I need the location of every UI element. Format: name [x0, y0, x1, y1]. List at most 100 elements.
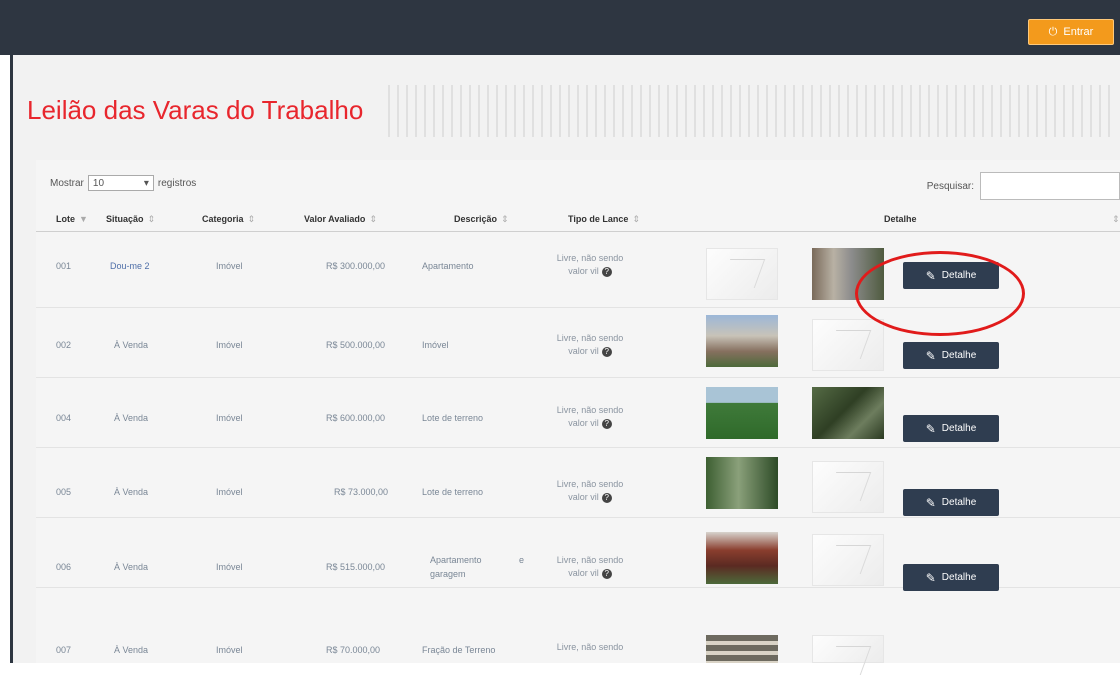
column-header-detalhe[interactable]: Detalhe: [884, 207, 917, 231]
cell-categoria: Imóvel: [216, 413, 243, 423]
cell-descricao: Apartamento: [422, 261, 474, 271]
question-icon[interactable]: ?: [601, 346, 612, 357]
cell-valor: R$ 600.000,00: [326, 413, 386, 423]
question-icon[interactable]: ?: [601, 492, 612, 503]
cell-lote: 005: [56, 487, 72, 497]
page-length-select[interactable]: 10 ▾: [87, 175, 154, 191]
cell-categoria: Imóvel: [216, 645, 243, 655]
table-row: 001 Dou-me 2 Imóvel R$ 300.000,00 Aparta…: [36, 237, 1120, 308]
cell-situacao: À Venda: [114, 562, 149, 572]
map-thumbnail[interactable]: [812, 534, 884, 586]
map-thumbnail[interactable]: [812, 319, 884, 371]
login-button[interactable]: ⏻ Entrar: [1028, 19, 1114, 45]
sort-icon: ⇕: [247, 214, 256, 224]
detalhe-label: Detalhe: [941, 350, 977, 361]
cell-descricao: Lote de terreno: [422, 487, 484, 497]
detalhe-label: Detalhe: [941, 423, 977, 434]
photo-thumbnail[interactable]: [706, 635, 778, 663]
cell-valor: R$ 500.000,00: [326, 340, 386, 350]
column-header-descricao[interactable]: Descrição ⇕: [454, 207, 509, 231]
main-content: Leilão das Varas do Trabalho Mostrar 10 …: [13, 55, 1120, 663]
detalhe-label: Detalhe: [941, 270, 977, 281]
sort-icon: ⇕: [1112, 214, 1120, 224]
photo-thumbnail[interactable]: [706, 387, 778, 439]
cell-lote: 006: [56, 562, 72, 572]
cell-lote: 002: [56, 340, 72, 350]
tipo-line1: Livre, não sendo: [556, 642, 624, 652]
question-icon[interactable]: ?: [601, 266, 612, 277]
cell-tipo-lance: Livre, não sendo: [550, 641, 630, 654]
cell-descricao: Fração de Terreno: [422, 645, 496, 655]
cell-valor: R$ 73.000,00: [334, 487, 389, 497]
column-header-lote[interactable]: Lote ▼: [56, 207, 88, 231]
sort-icon: ⇕: [632, 214, 640, 224]
tipo-line1: Livre, não sendo: [556, 555, 624, 565]
detalhe-button[interactable]: ✎ Detalhe: [903, 342, 999, 369]
detalhe-button[interactable]: ✎ Detalhe: [903, 415, 999, 442]
map-thumbnail[interactable]: [812, 461, 884, 513]
cell-tipo-lance: Livre, não sendo valor vil?: [550, 404, 630, 430]
column-header-categoria[interactable]: Categoria ⇕: [202, 207, 255, 231]
photo-thumbnail[interactable]: [812, 387, 884, 439]
column-header-tipo-lance[interactable]: Tipo de Lance ⇕: [568, 207, 640, 231]
table-header: Lote ▼ Situação ⇕ Categoria ⇕ Valor Avaliad…: [36, 207, 1120, 232]
cell-categoria: Imóvel: [216, 487, 243, 497]
tipo-line2: valor vil: [568, 346, 599, 356]
map-thumbnail[interactable]: [706, 248, 778, 300]
question-icon[interactable]: ?: [601, 418, 612, 429]
cell-tipo-lance: Livre, não sendo valor vil?: [550, 332, 630, 358]
search-input[interactable]: [980, 172, 1120, 200]
sort-icon: ⇕: [501, 214, 509, 224]
map-thumbnail[interactable]: [812, 635, 884, 663]
cell-descricao: Lote de terreno: [422, 413, 484, 423]
cell-situacao[interactable]: Dou-me 2: [110, 261, 150, 271]
detalhe-label: Detalhe: [941, 497, 977, 508]
cell-descricao: Imóvel: [422, 340, 449, 350]
cell-valor: R$ 515.000,00: [326, 562, 386, 572]
tipo-line2: valor vil: [568, 568, 599, 578]
photo-thumbnail[interactable]: [706, 457, 778, 509]
page-length-value: 10: [92, 177, 105, 189]
pencil-icon: ✎: [925, 268, 936, 283]
cell-descricao-line2: garagem: [430, 569, 466, 579]
table-row: 005 À Venda Imóvel R$ 73.000,00 Lote de …: [36, 447, 1120, 518]
tipo-line2: valor vil: [568, 418, 599, 428]
table-row: 002 À Venda Imóvel R$ 500.000,00 Imóvel …: [36, 307, 1120, 378]
top-navbar: ⏻ Entrar: [0, 0, 1120, 55]
cell-descricao: Apartamento: [430, 555, 482, 565]
cell-valor: R$ 300.000,00: [326, 261, 386, 271]
photo-thumbnail[interactable]: [706, 532, 778, 584]
detalhe-label: Detalhe: [941, 572, 977, 583]
cell-categoria: Imóvel: [216, 261, 243, 271]
cell-situacao: À Venda: [114, 487, 149, 497]
sort-desc-icon: ▼: [79, 214, 88, 224]
pencil-icon: ✎: [925, 495, 936, 510]
cell-categoria: Imóvel: [216, 340, 243, 350]
photo-thumbnail[interactable]: [812, 248, 884, 300]
cell-categoria: Imóvel: [216, 562, 243, 572]
page-title: Leilão das Varas do Trabalho: [27, 95, 364, 125]
cell-situacao: À Venda: [114, 413, 149, 423]
pencil-icon: ✎: [925, 348, 936, 363]
chevron-down-icon: ▾: [143, 177, 149, 189]
cell-lote: 007: [56, 645, 72, 655]
column-header-valor[interactable]: Valor Avaliado ⇕: [304, 207, 377, 231]
tipo-line2: valor vil: [568, 492, 599, 502]
cell-lote: 004: [56, 413, 72, 423]
login-label: Entrar: [1063, 26, 1094, 38]
detalhe-button[interactable]: ✎ Detalhe: [903, 262, 999, 289]
photo-thumbnail[interactable]: [706, 315, 778, 367]
cell-lote: 001: [56, 261, 72, 271]
search-label: Pesquisar:: [926, 180, 974, 192]
table-row: 004 À Venda Imóvel R$ 600.000,00 Lote de…: [36, 377, 1120, 448]
tipo-line1: Livre, não sendo: [556, 479, 624, 489]
sort-icon: ⇕: [147, 214, 156, 224]
lots-table-panel: Mostrar 10 ▾ registros Pesquisar: Lote ▼ …: [36, 160, 1120, 663]
cell-situacao: À Venda: [114, 645, 149, 655]
cell-descricao-amp: e: [519, 555, 525, 565]
cell-situacao: À Venda: [114, 340, 149, 350]
question-icon[interactable]: ?: [601, 568, 612, 579]
detalhe-button[interactable]: ✎ Detalhe: [903, 489, 999, 516]
column-header-situacao[interactable]: Situação ⇕: [106, 207, 155, 231]
cell-tipo-lance: Livre, não sendo valor vil?: [550, 252, 630, 278]
